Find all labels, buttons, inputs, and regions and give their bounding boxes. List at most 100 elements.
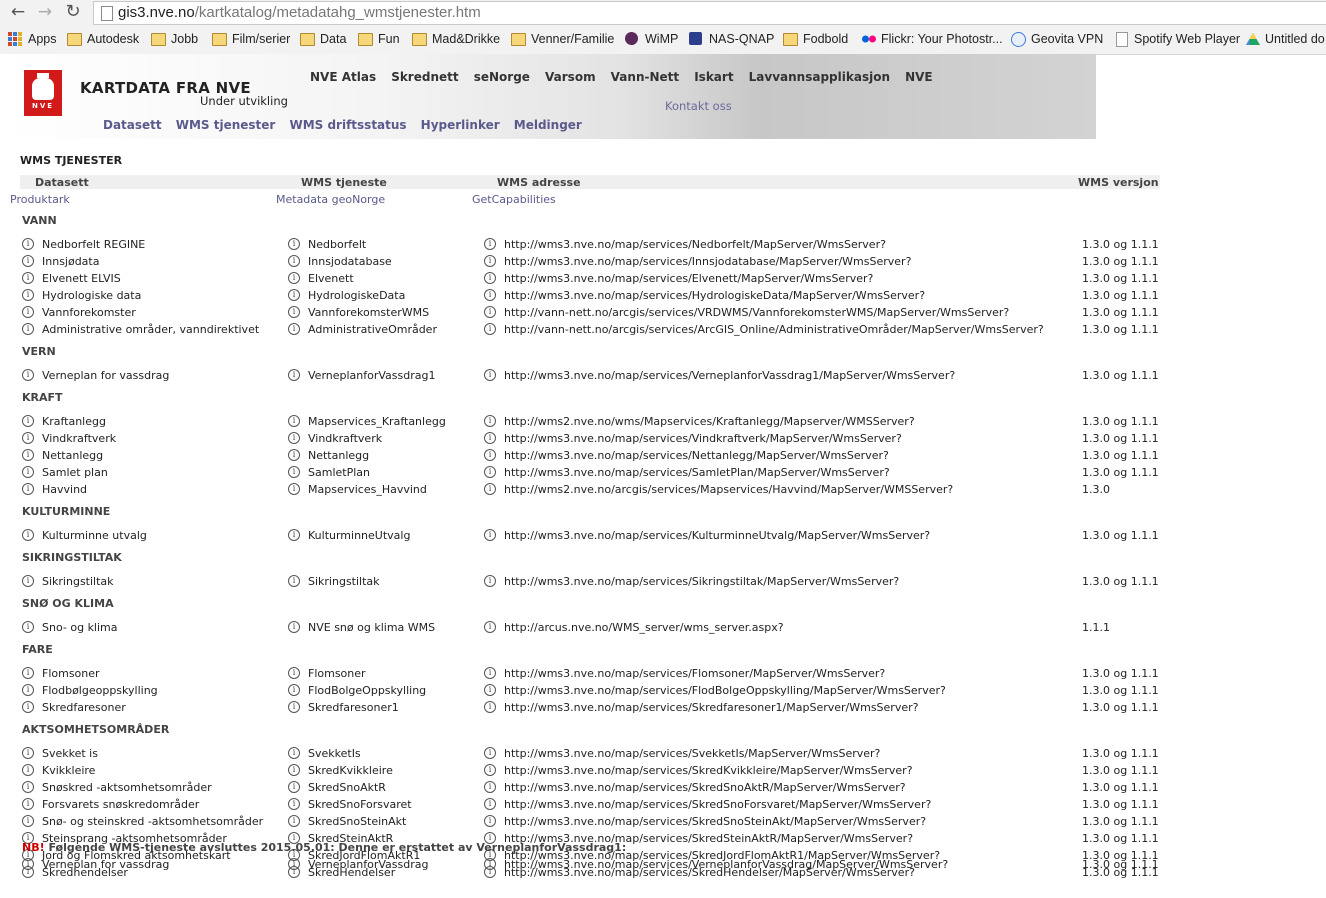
dataset-name[interactable]: Nedborfelt REGINE — [42, 237, 145, 252]
wms-address[interactable]: http://vann-nett.no/arcgis/services/ArcG… — [504, 322, 1044, 337]
wms-service-name[interactable]: VannforekomsterWMS — [308, 305, 429, 320]
wms-address[interactable]: http://arcus.nve.no/WMS_server/wms_serve… — [504, 620, 784, 635]
info-icon[interactable]: i — [22, 432, 34, 444]
info-icon[interactable]: i — [288, 415, 300, 427]
wms-address[interactable]: http://wms3.nve.no/map/services/Flomsone… — [504, 666, 885, 681]
dataset-name[interactable]: Forsvarets snøskredområder — [42, 797, 199, 812]
wms-service-name[interactable]: Flomsoner — [308, 666, 366, 681]
dataset-name[interactable]: Skredfaresoner — [42, 700, 126, 715]
info-icon[interactable]: i — [288, 369, 300, 381]
info-icon[interactable]: i — [22, 483, 34, 495]
info-icon[interactable]: i — [484, 815, 496, 827]
info-icon[interactable]: i — [288, 238, 300, 250]
info-icon[interactable]: i — [484, 701, 496, 713]
info-icon[interactable]: i — [288, 667, 300, 679]
info-icon[interactable]: i — [484, 466, 496, 478]
wms-address[interactable]: http://wms3.nve.no/map/services/Skredfar… — [504, 700, 918, 715]
dataset-name[interactable]: Nettanlegg — [42, 448, 103, 463]
info-icon[interactable]: i — [484, 415, 496, 427]
info-icon[interactable]: i — [288, 432, 300, 444]
info-icon[interactable]: i — [22, 415, 34, 427]
wms-service-name[interactable]: Elvenett — [308, 271, 354, 286]
wms-address[interactable]: http://wms2.nve.no/wms/Mapservices/Kraft… — [504, 414, 915, 429]
info-icon[interactable]: i — [22, 238, 34, 250]
info-icon[interactable]: i — [288, 684, 300, 696]
info-icon[interactable]: i — [288, 764, 300, 776]
wms-address[interactable]: http://wms3.nve.no/map/services/SkredSno… — [504, 797, 931, 812]
info-icon[interactable]: i — [22, 621, 34, 633]
dataset-name[interactable]: Flodbølgeoppskylling — [42, 683, 158, 698]
info-icon[interactable]: i — [484, 684, 496, 696]
info-icon[interactable]: i — [22, 529, 34, 541]
info-icon[interactable]: i — [484, 323, 496, 335]
info-icon[interactable]: i — [22, 255, 34, 267]
dataset-name[interactable]: Flomsoner — [42, 666, 100, 681]
wms-address[interactable]: http://wms3.nve.no/map/services/FlodBolg… — [504, 683, 946, 698]
info-icon[interactable]: i — [288, 466, 300, 478]
info-icon[interactable]: i — [22, 684, 34, 696]
dataset-name[interactable]: Sno- og klima — [42, 620, 118, 635]
info-icon[interactable]: i — [22, 764, 34, 776]
dataset-name[interactable]: Snøskred -aktsomhetsområder — [42, 780, 212, 795]
info-icon[interactable]: i — [22, 323, 34, 335]
dataset-name[interactable]: Elvenett ELVIS — [42, 271, 121, 286]
info-icon[interactable]: i — [22, 798, 34, 810]
info-icon[interactable]: i — [484, 667, 496, 679]
info-icon[interactable]: i — [484, 238, 496, 250]
info-icon[interactable]: i — [484, 272, 496, 284]
dataset-name[interactable]: Kvikkleire — [42, 763, 95, 778]
info-icon[interactable]: i — [288, 798, 300, 810]
wms-service-name[interactable]: SkredSnoForsvaret — [308, 797, 412, 812]
info-icon[interactable]: i — [288, 449, 300, 461]
info-icon[interactable]: i — [288, 815, 300, 827]
info-icon[interactable]: i — [22, 667, 34, 679]
info-icon[interactable]: i — [288, 781, 300, 793]
wms-address[interactable]: http://wms3.nve.no/map/services/Vernepla… — [504, 857, 948, 872]
info-icon[interactable]: i — [484, 529, 496, 541]
wms-service-name[interactable]: Skredfaresoner1 — [308, 700, 399, 715]
info-icon[interactable]: i — [288, 306, 300, 318]
info-icon[interactable]: i — [484, 306, 496, 318]
wms-service-name[interactable]: SkredSnoAktR — [308, 780, 386, 795]
info-icon[interactable]: i — [288, 272, 300, 284]
dataset-name[interactable]: Administrative områder, vanndirektivet — [42, 322, 259, 337]
info-icon[interactable]: i — [484, 858, 496, 870]
dataset-name[interactable]: Sikringstiltak — [42, 574, 114, 589]
wms-service-name[interactable]: VerneplanforVassdrag — [308, 857, 428, 872]
wms-address[interactable]: http://wms3.nve.no/map/services/Innsjoda… — [504, 254, 911, 269]
info-icon[interactable]: i — [484, 483, 496, 495]
wms-address[interactable]: http://wms3.nve.no/map/services/SkredKvi… — [504, 763, 913, 778]
wms-service-name[interactable]: SkredSnoSteinAkt — [308, 814, 406, 829]
dataset-name[interactable]: Hydrologiske data — [42, 288, 141, 303]
wms-service-name[interactable]: FlodBolgeOppskylling — [308, 683, 426, 698]
wms-address[interactable]: http://wms3.nve.no/map/services/SkredSno… — [504, 814, 926, 829]
info-icon[interactable]: i — [288, 747, 300, 759]
wms-address[interactable]: http://wms3.nve.no/map/services/Kulturmi… — [504, 528, 930, 543]
wms-address[interactable]: http://wms2.nve.no/arcgis/services/Mapse… — [504, 482, 953, 497]
info-icon[interactable]: i — [484, 781, 496, 793]
info-icon[interactable]: i — [484, 255, 496, 267]
dataset-name[interactable]: Svekket is — [42, 746, 98, 761]
wms-service-name[interactable]: Mapservices_Havvind — [308, 482, 427, 497]
info-icon[interactable]: i — [484, 798, 496, 810]
dataset-name[interactable]: Verneplan for vassdrag — [42, 857, 169, 872]
info-icon[interactable]: i — [22, 781, 34, 793]
info-icon[interactable]: i — [22, 701, 34, 713]
info-icon[interactable]: i — [484, 432, 496, 444]
wms-service-name[interactable]: Sikringstiltak — [308, 574, 380, 589]
info-icon[interactable]: i — [484, 575, 496, 587]
info-icon[interactable]: i — [484, 369, 496, 381]
wms-service-name[interactable]: SvekketIs — [308, 746, 361, 761]
dataset-name[interactable]: Innsjødata — [42, 254, 99, 269]
info-icon[interactable]: i — [22, 815, 34, 827]
info-icon[interactable]: i — [22, 306, 34, 318]
wms-address[interactable]: http://wms3.nve.no/map/services/SvekketI… — [504, 746, 880, 761]
info-icon[interactable]: i — [288, 858, 300, 870]
dataset-name[interactable]: Havvind — [42, 482, 87, 497]
info-icon[interactable]: i — [22, 289, 34, 301]
info-icon[interactable]: i — [288, 483, 300, 495]
wms-service-name[interactable]: Vindkraftverk — [308, 431, 382, 446]
info-icon[interactable]: i — [484, 764, 496, 776]
dataset-name[interactable]: Samlet plan — [42, 465, 108, 480]
wms-address[interactable]: http://wms3.nve.no/map/services/Vindkraf… — [504, 431, 902, 446]
